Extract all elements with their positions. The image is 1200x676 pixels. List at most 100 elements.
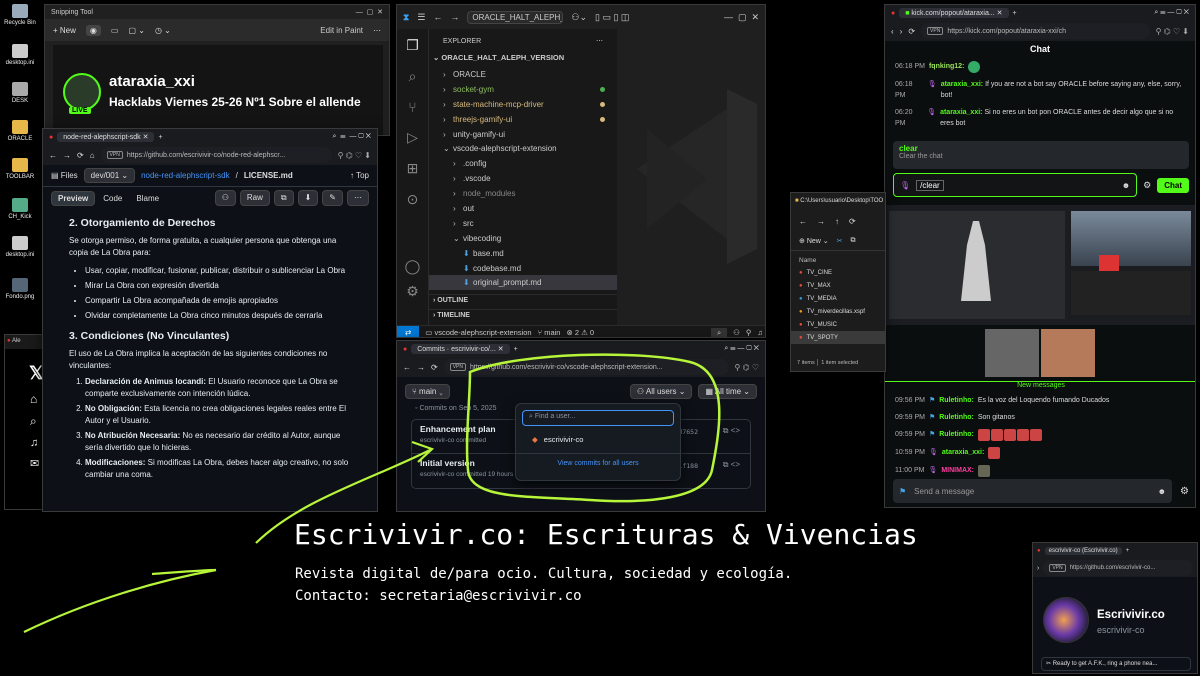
breadcrumb-repo[interactable]: node-red-alephscript-sdk [141, 171, 230, 180]
tree-item[interactable]: › threejs-gamify-ui [429, 112, 617, 127]
opera-icon[interactable]: ● [891, 10, 895, 17]
command-center-search[interactable]: ORACLE_HALT_ALEPH_VERSI [467, 10, 564, 24]
forward-icon[interactable]: › [1037, 565, 1039, 572]
forward-icon[interactable]: → [417, 363, 425, 372]
tree-item[interactable]: › unity-gamify-ui [429, 127, 617, 142]
window-controls[interactable]: — ▢ ✕ [356, 8, 383, 16]
address-bar[interactable]: VPN https://github.com/escrivivir-co... [1043, 560, 1193, 576]
new-button[interactable]: ⊕ New ⌄ [799, 237, 829, 245]
new-tab-button[interactable]: + [1013, 10, 1017, 17]
status-branch[interactable]: ⑂ main [538, 328, 561, 337]
more-icon[interactable]: ⋯ [373, 26, 381, 35]
file-row[interactable]: ● TV_MUSIC [791, 318, 885, 331]
tree-item[interactable]: ⬇ base.md [429, 246, 617, 261]
branch-selector[interactable]: dev/001 ⌄ [83, 168, 136, 183]
user-option[interactable]: ◆ escrivivir-co [516, 432, 680, 447]
desktop-icon-toolbar[interactable]: TOOLBAR [2, 158, 38, 180]
x-tab[interactable]: ● Ale [5, 335, 43, 349]
name-column-header[interactable]: Name [791, 251, 885, 266]
back-icon[interactable]: ← [403, 363, 411, 372]
back-icon[interactable]: ← [799, 217, 807, 226]
home-icon[interactable]: ⌂ [90, 151, 95, 160]
opera-icon[interactable]: ● [49, 134, 53, 141]
timer-icon[interactable]: ◷ ⌄ [155, 26, 171, 35]
workspace-root[interactable]: ⌄ ORACLE_HALT_ALEPH_VERSION [429, 53, 617, 67]
copilot-icon[interactable]: ⚇⌄ [571, 12, 587, 23]
tab-profile[interactable]: escrivivir-co (Escrivivir.co) [1044, 547, 1122, 555]
settings-gear-icon[interactable]: ⚙ [1180, 486, 1189, 497]
menu-icon[interactable]: ☰ [417, 12, 425, 23]
find-user-input[interactable]: ⌕ Find a user... [522, 410, 674, 426]
edit-in-paint-button[interactable]: Edit in Paint [320, 26, 363, 35]
copilot-icon[interactable]: ⚇ [214, 190, 236, 206]
outline-section[interactable]: › OUTLINE [429, 294, 617, 306]
status-repo[interactable]: ▭ vscode-alephscript-extension [425, 328, 531, 337]
file-row[interactable]: ● TV_miverdecillas.xspf [791, 305, 885, 318]
command-suggestion[interactable]: clear Clear the chat [893, 141, 1189, 169]
tree-item[interactable]: ⌄ vibecoding [429, 231, 617, 246]
copy-icon[interactable]: ⧉ [851, 237, 856, 245]
emoji-icon[interactable]: ☻ [1122, 181, 1130, 190]
layout-icons[interactable]: ▯ ▭ ▯ ◫ [595, 12, 629, 23]
file-row[interactable]: ● TV_SPOTY [791, 331, 885, 344]
address-bar[interactable]: VPN https://github.com/escrivivir-co/node… [100, 147, 332, 163]
tree-item[interactable]: ⬇ codebase.md [429, 261, 617, 276]
forward-icon[interactable]: → [63, 151, 71, 160]
all-time-filter[interactable]: ▦ All time ⌄ [698, 383, 757, 399]
source-control-icon[interactable]: ⑂ [397, 99, 428, 115]
tree-item[interactable]: ⬇ original_prompt.md [429, 275, 617, 291]
nav-forward-icon[interactable]: → [450, 12, 459, 22]
x-logo-icon[interactable]: 𝕏 [29, 363, 43, 384]
tree-item[interactable]: › src [429, 216, 617, 231]
desktop-icon-desktop-ini[interactable]: desktop.ini [2, 44, 38, 66]
more-icon[interactable]: ⋯ [347, 190, 369, 206]
new-messages-divider[interactable]: New messages [885, 381, 1195, 391]
accounts-status-icon[interactable]: ⚲ [746, 328, 752, 337]
files-button[interactable]: ▤ Files [51, 171, 78, 180]
file-row[interactable]: ● TV_CINE [791, 266, 885, 279]
raw-button[interactable]: Raw [239, 190, 270, 206]
refresh-icon[interactable]: ⟳ [849, 217, 856, 226]
rect-mode-icon[interactable]: ▢ ⌄ [128, 26, 144, 35]
tab-license[interactable]: node-red-alephscript-sdk ✕ [57, 132, 155, 142]
settings-gear-icon[interactable]: ⚙ [397, 283, 428, 300]
reload-icon[interactable]: ⟳ [77, 151, 84, 160]
search-icon[interactable]: ⌕ [397, 68, 428, 85]
download-icon[interactable]: ⬇ [297, 190, 319, 206]
new-snip-button[interactable]: + New [53, 26, 76, 35]
profile-status[interactable]: ✂ Ready to get A.F.K., ring a phone nea.… [1041, 657, 1191, 671]
explorer-icon[interactable]: ❐ [397, 37, 428, 54]
send-message-input[interactable]: ⚑ Send a message ☻ [893, 479, 1173, 503]
tab-preview[interactable]: Preview [51, 190, 96, 206]
back-icon[interactable]: ‹ [891, 27, 894, 36]
window-controls[interactable]: — ▢ ✕ [724, 12, 759, 23]
tree-item[interactable]: › socket-gym [429, 82, 617, 97]
up-icon[interactable]: ↑ [835, 217, 839, 226]
cut-icon[interactable]: ✂ [837, 237, 843, 245]
tree-item[interactable]: › ORACLE [429, 67, 617, 82]
back-icon[interactable]: ← [49, 151, 57, 160]
opera-icon[interactable]: ● [403, 346, 407, 353]
view-all-users-link[interactable]: View commits for all users [516, 453, 680, 467]
settings-gear-icon[interactable]: ⚙ [1143, 180, 1151, 191]
status-problems[interactable]: ⊗ 2 ⚠ 0 [566, 328, 594, 337]
remote-indicator[interactable]: ⇄ [397, 325, 420, 337]
tab-commits[interactable]: Commits · escrivivir-co/... ✕ [411, 344, 510, 354]
tab-kick[interactable]: ■ kick.com/popout/ataraxia... ✕ [899, 8, 1009, 18]
zoom-icon[interactable]: ⌕ [710, 327, 728, 337]
account-icon[interactable]: ◯ [397, 258, 428, 275]
new-tab-button[interactable]: + [158, 134, 162, 141]
chat-input[interactable]: 🎙 /clear ☻ [893, 173, 1138, 197]
emoji-icon[interactable]: ☻ [1158, 487, 1166, 496]
desktop-icon-fondo[interactable]: Fondo.png [2, 278, 38, 300]
tree-item[interactable]: › .config [429, 156, 617, 171]
desktop-icon-desktop-ini-2[interactable]: desktop.ini [2, 236, 38, 258]
notifications-icon[interactable]: ♫ [757, 328, 763, 337]
video-icon[interactable]: ▭ [111, 26, 119, 35]
copilot-status-icon[interactable]: ⚇ [733, 328, 740, 337]
forward-icon[interactable]: › [900, 27, 903, 36]
opera-icon[interactable]: ● [1037, 548, 1041, 554]
extensions-icon[interactable]: ⊞ [397, 160, 428, 177]
all-users-filter[interactable]: ⚇ All users ⌄ [629, 383, 693, 399]
forward-icon[interactable]: → [817, 217, 825, 226]
